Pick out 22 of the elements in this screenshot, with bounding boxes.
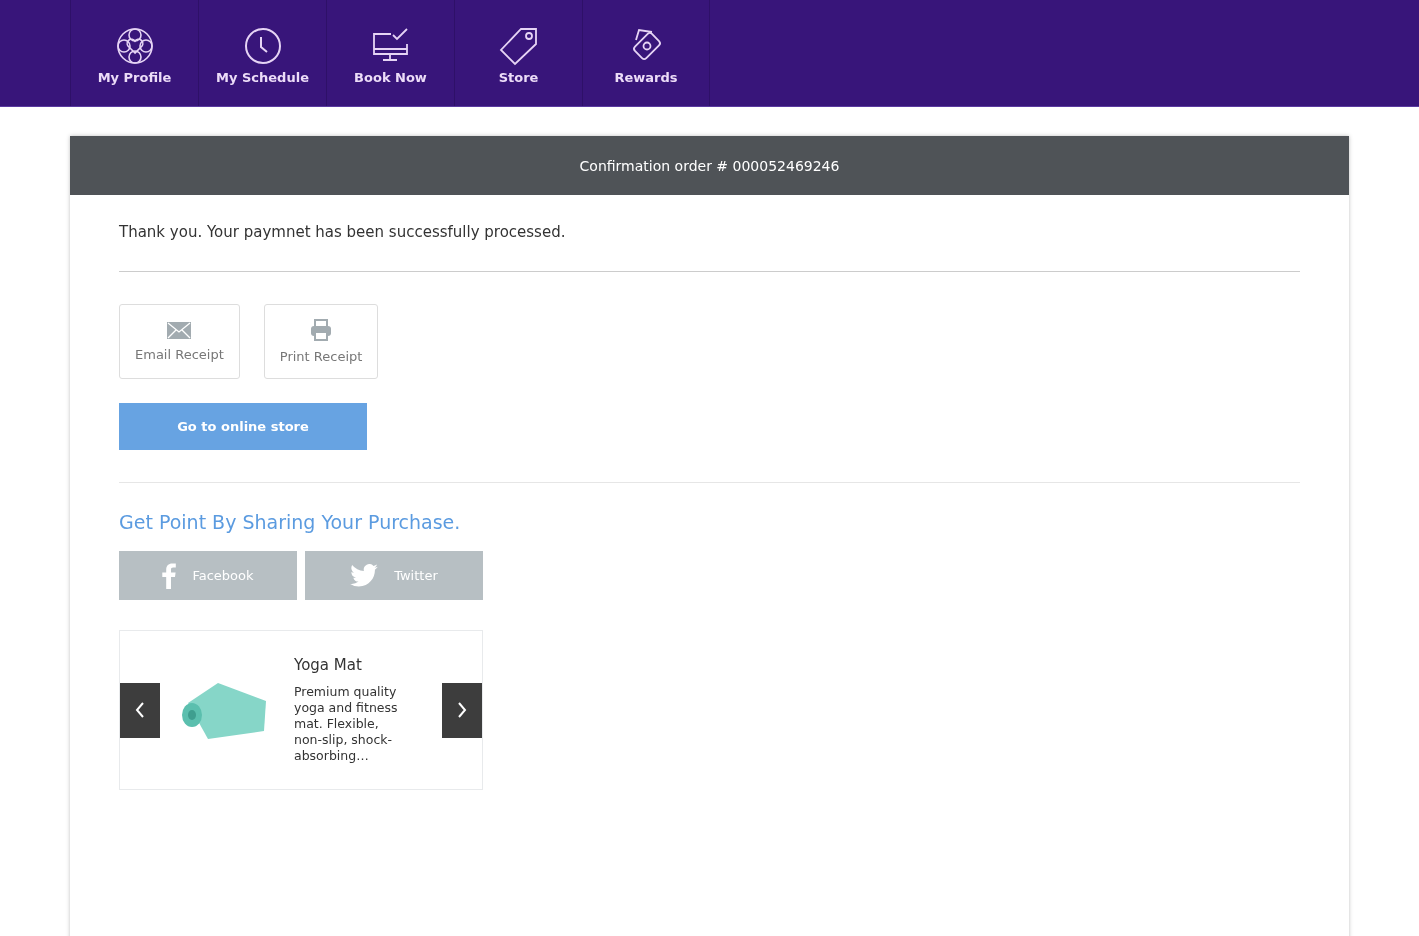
- nav-tab[interactable]: My Profile: [70, 0, 198, 106]
- clock-icon: [242, 26, 283, 66]
- product-name: Yoga Mat: [294, 656, 363, 674]
- bird-icon: [350, 564, 379, 587]
- share-heading: Get Point By Sharing Your Purchase.: [119, 511, 462, 533]
- envelope-icon: [167, 321, 192, 339]
- chevron-right-icon: [457, 702, 467, 718]
- success-message: Thank you. Your paymnet has been successfully processed.: [119, 223, 567, 241]
- receipt-button[interactable]: Email Receipt: [119, 304, 240, 379]
- chevron-left-icon: [135, 702, 145, 718]
- printer-icon: [310, 319, 333, 341]
- nav-tab[interactable]: Book Now: [326, 0, 454, 106]
- previous-button[interactable]: [120, 682, 160, 738]
- nav-tab[interactable]: Store: [454, 0, 582, 106]
- receipt-button[interactable]: Print Receipt: [263, 304, 379, 379]
- facebook-icon: [162, 562, 177, 589]
- nav-tab[interactable]: My Schedule: [198, 0, 326, 106]
- price-tag-icon: [498, 26, 539, 66]
- card-header: Confirmation order # 000052469246: [70, 136, 1349, 195]
- next-button[interactable]: [442, 682, 482, 738]
- nav-tab[interactable]: Rewards: [582, 0, 710, 106]
- product-description: Premium quality yoga and fitness mat. Flexible, non-slip, shock-absorbing…: [294, 684, 399, 764]
